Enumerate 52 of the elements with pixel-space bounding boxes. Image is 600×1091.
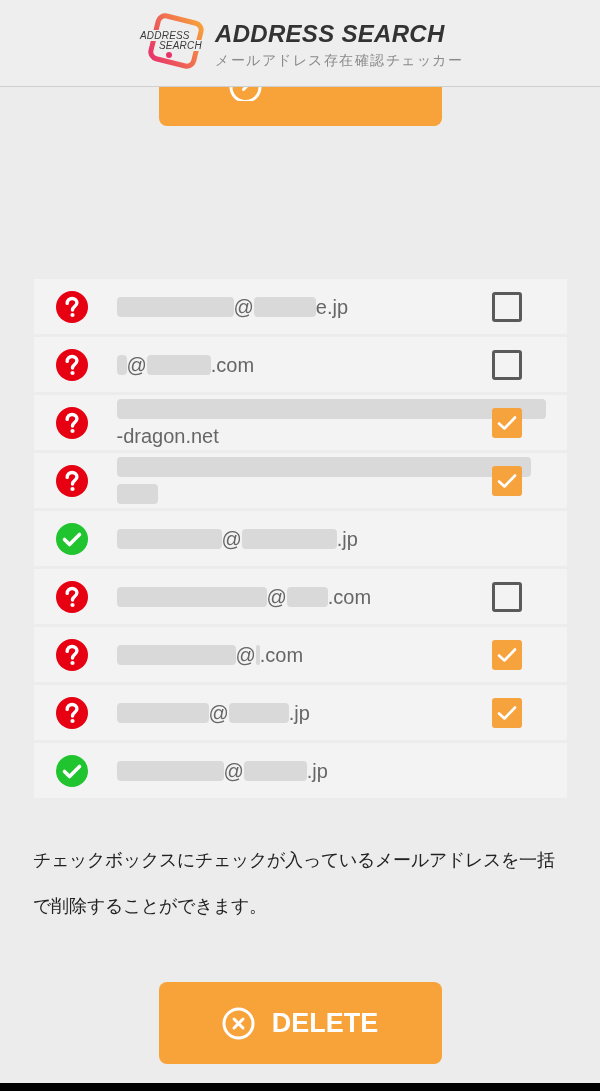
delete-button[interactable]: DELETE <box>158 982 442 1064</box>
blurred-text-block <box>243 760 307 781</box>
delete-instructions: チェックボックスにチェックが入っているメールアドレスを一括で削除することができます。 <box>33 849 556 918</box>
question-icon <box>55 638 88 671</box>
email-fragment: @ <box>233 294 254 319</box>
blurred-text-block <box>146 354 211 375</box>
checkbox[interactable] <box>491 639 522 670</box>
email-fragment: -dragon.net <box>116 424 219 448</box>
email-fragment: .jp <box>306 758 328 783</box>
checkmark-icon <box>496 646 517 663</box>
email-fragment: .jp <box>336 526 358 551</box>
blurred-text-block <box>253 296 316 317</box>
checkmark-icon <box>496 704 517 721</box>
email-fragment: @ <box>208 700 229 725</box>
checkbox[interactable] <box>491 291 522 322</box>
question-icon <box>55 348 88 381</box>
email-fragment: .jp <box>288 700 310 725</box>
blurred-text-block <box>116 354 127 375</box>
logo-text: ADDRESS <box>139 30 191 41</box>
checkbox[interactable] <box>491 407 522 438</box>
blurred-text-block <box>286 586 328 607</box>
app-subtitle: メールアドレス存在確認チェッカー <box>215 51 463 68</box>
question-icon <box>55 290 88 323</box>
email-fragment: @ <box>126 352 147 377</box>
email-fragment: @ <box>223 758 244 783</box>
app-title: ADDRESS SEARCH <box>215 20 446 47</box>
checkmark-icon <box>496 414 517 431</box>
check-circle-icon <box>55 754 88 787</box>
email-fragment: .com <box>210 352 255 377</box>
question-icon <box>55 580 88 613</box>
logo-text: SEARCH <box>158 40 203 51</box>
question-icon <box>55 406 88 439</box>
blurred-text-block <box>228 702 289 723</box>
checkbox[interactable] <box>491 697 522 728</box>
circle-icon <box>228 87 262 101</box>
action-button[interactable] <box>158 87 442 126</box>
email-fragment: e.jp <box>315 294 349 319</box>
email-fragment: .com <box>259 642 304 667</box>
close-circle-icon <box>221 1006 255 1040</box>
checkbox[interactable] <box>491 465 522 496</box>
checkbox[interactable] <box>491 581 522 612</box>
email-fragment: @ <box>266 584 287 609</box>
email-fragment: @ <box>221 526 242 551</box>
checkbox[interactable] <box>491 349 522 380</box>
blurred-text-block <box>255 644 260 665</box>
question-icon <box>55 696 88 729</box>
email-fragment: @ <box>235 642 256 667</box>
blurred-text-block <box>116 484 158 504</box>
checkmark-icon <box>496 472 517 489</box>
check-circle-icon <box>55 522 88 555</box>
question-icon <box>55 464 88 497</box>
email-fragment: .com <box>327 584 372 609</box>
